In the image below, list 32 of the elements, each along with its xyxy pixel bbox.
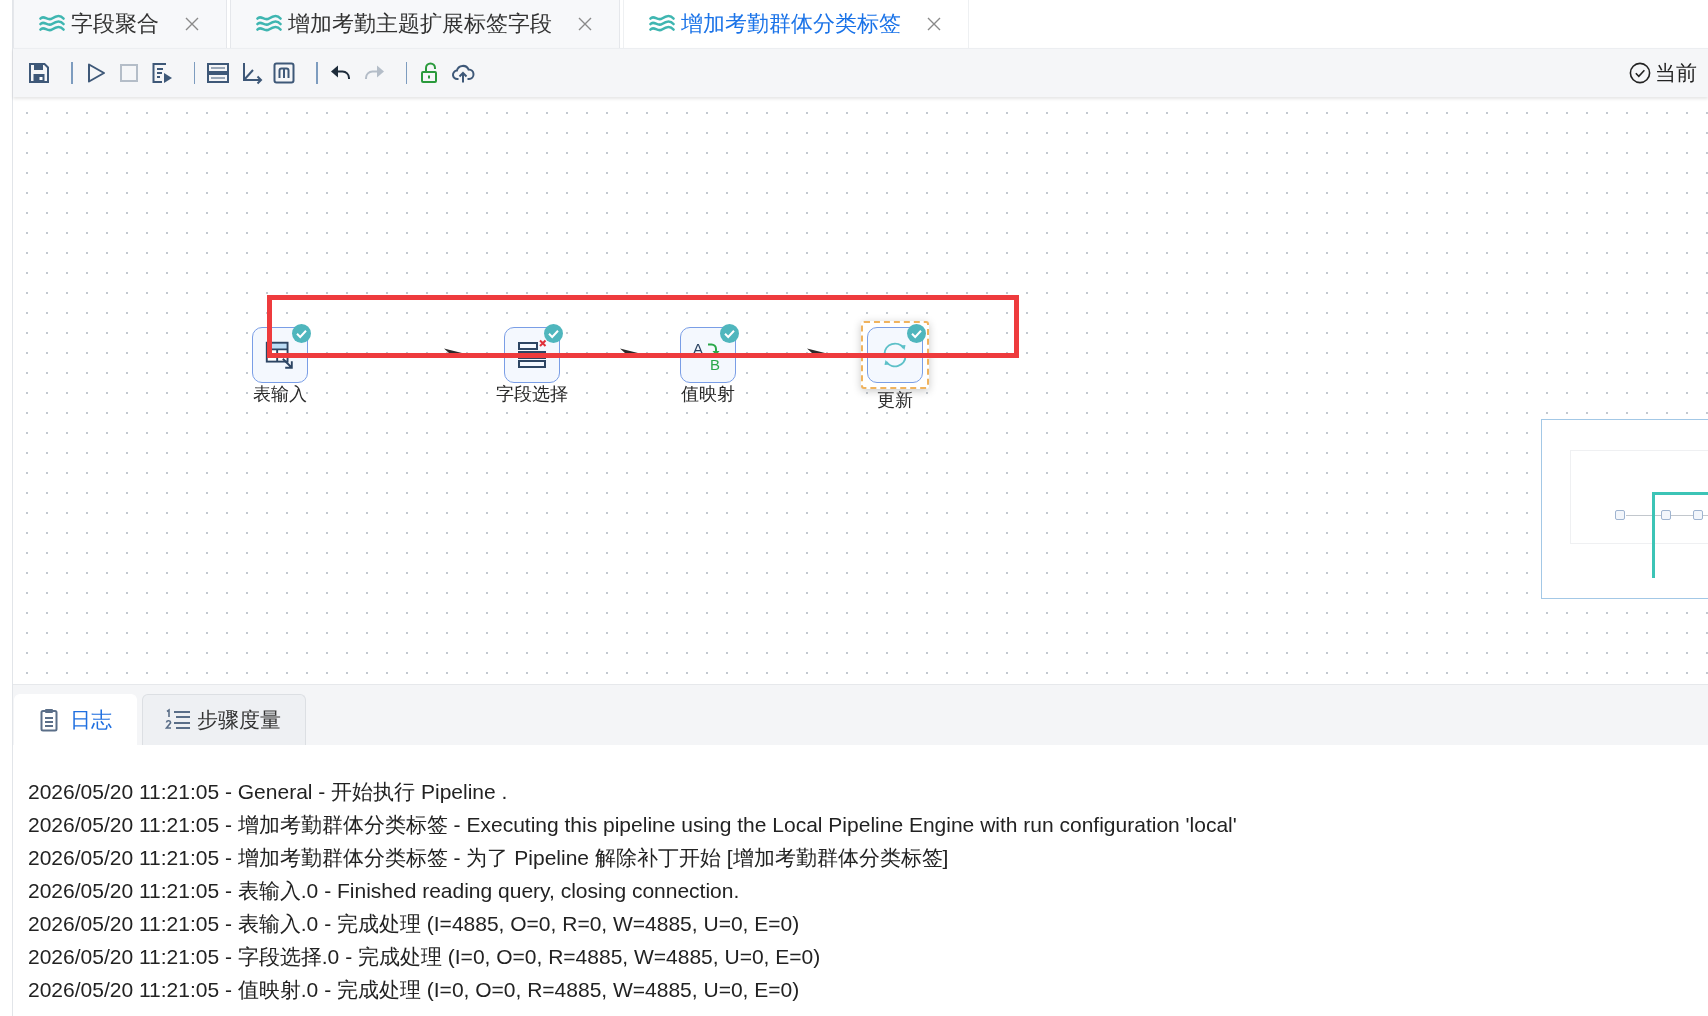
mini-node (1661, 510, 1671, 520)
log-line: 2026/05/20 11:21:05 - 表输入.0 - Finished reading query, closing connection. (28, 878, 741, 904)
editor-tab[interactable]: 字段聚合 (13, 0, 227, 48)
wave-lines-icon (649, 14, 675, 34)
step-node[interactable] (861, 321, 929, 389)
log-line: 2026/05/20 11:21:05 - 增加考勤群体分类标签 - 为了 Pipeline 解除补丁开始 [增加考勤群体分类标签] (28, 845, 950, 871)
close-icon[interactable] (927, 17, 941, 31)
log-line: 2026/05/20 11:21:05 - 字段选择.0 - 完成处理 (I=0, O=0, R=4885, W=4885, U=0, E=0) (28, 944, 822, 970)
log-line: 2026/05/20 11:21:05 - 表输入.0 - 完成处理 (I=4885, O=0, R=0, W=4885, U=0, E=0) (28, 911, 801, 937)
step-label: 更新 (877, 390, 913, 410)
log-line: 2026/05/20 11:21:05 - 值映射.0 - 完成处理 (I=0, O=0, R=4885, W=4885, U=0, E=0) (28, 977, 801, 1003)
step-label: 字段选择 (496, 384, 568, 404)
wave-lines-icon (39, 14, 65, 34)
close-icon[interactable] (185, 17, 199, 31)
stacked-rows-icon (206, 61, 230, 85)
boxed-m-icon (272, 61, 296, 85)
log-line: 2026/05/20 11:21:05 - General - 开始执行 Pipeline . (28, 779, 509, 805)
mini-node (1693, 510, 1703, 520)
mini-node (1615, 510, 1625, 520)
editor-tab[interactable]: 增加考勤群体分类标签 (623, 0, 969, 48)
document-icon (40, 708, 58, 732)
step-label: 表输入 (253, 384, 307, 404)
step-label: 值映射 (681, 384, 735, 404)
check-circle-icon (1629, 62, 1651, 84)
panel-tab[interactable]: 步骤度量 (142, 694, 306, 745)
numbered-list-icon (165, 708, 191, 732)
log-line: 2026/05/20 11:21:05 - 增加考勤群体分类标签 - Executing this pipeline using the Local Pipeline Engine with run configuration 'local' (28, 812, 1238, 838)
close-icon[interactable] (578, 17, 592, 31)
panel-tab[interactable]: 日志 (14, 694, 137, 745)
editor-tab[interactable]: 增加考勤主题扩展标签字段 (230, 0, 620, 48)
wave-lines-icon (256, 14, 282, 34)
status-text: 当前 (1655, 60, 1697, 86)
